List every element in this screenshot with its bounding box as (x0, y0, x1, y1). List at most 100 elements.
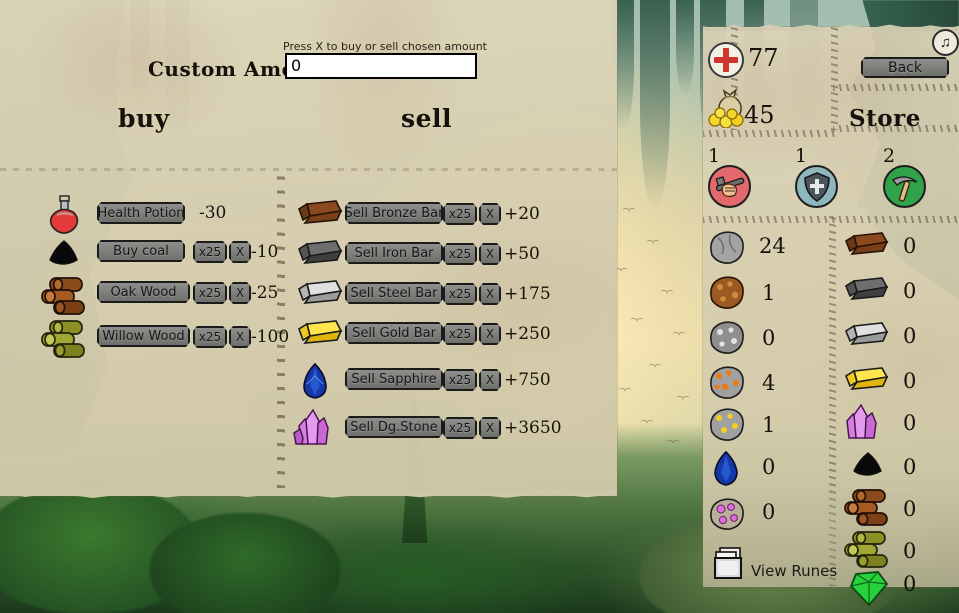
sell-item-button-steel-bar[interactable]: Sell Steel Bar (345, 282, 443, 304)
inventory-count-tin-ore: 0 (762, 326, 776, 350)
buy-price-willow-wood: -100 (251, 327, 290, 347)
panel-stitch-line (829, 216, 836, 586)
inventory-count-copper-ore: 1 (762, 281, 776, 305)
health-value: 77 (748, 44, 779, 72)
attack-fist-hammer-icon[interactable] (708, 165, 751, 208)
defence-level: 1 (795, 145, 808, 167)
press-x-hint: Press X to buy or sell chosen amount (283, 40, 487, 53)
back-button[interactable]: Back (861, 57, 949, 78)
cross-horizontal (714, 57, 738, 63)
runes-tablet-icon[interactable] (712, 546, 752, 587)
emerald-icon (846, 568, 890, 613)
confirm-button-oak-wood[interactable]: X (229, 282, 251, 304)
sapphire-ore-icon (710, 450, 742, 491)
willow-wood-icon (38, 318, 90, 365)
inventory-count-stone: 24 (759, 234, 786, 258)
buy-item-button-oak-wood[interactable]: Oak Wood (97, 281, 190, 303)
tin-ore-icon (706, 318, 748, 363)
bird (618, 388, 632, 395)
qty-button-oak-wood[interactable]: x25 (193, 282, 227, 304)
sell-item-button-sapphire[interactable]: Sell Sapphire (345, 368, 443, 390)
iron-ore-icon (706, 363, 748, 408)
buy-price-health-potion: -30 (199, 203, 227, 223)
gold-bar-icon (296, 318, 344, 351)
sell-price-bronze-bar: +20 (504, 204, 540, 224)
sell-item-button-bronze-bar[interactable]: Sell Bronze Bar (345, 202, 443, 224)
health-icon (708, 42, 744, 78)
moss-mound (150, 513, 340, 613)
stalactite (676, 0, 694, 96)
buy-item-button-coal[interactable]: Buy coal (97, 240, 185, 262)
dragon-stone-icon (292, 406, 336, 451)
qty-button-iron-bar[interactable]: x25 (443, 243, 477, 265)
inventory-count-dragon-stone: 0 (903, 411, 917, 435)
inventory-count-bronze-bar: 0 (903, 234, 917, 258)
bird (672, 332, 686, 339)
buy-column-header: buy (118, 104, 170, 133)
view-runes-label[interactable]: View Runes (751, 562, 837, 580)
confirm-button-gold-bar[interactable]: X (479, 323, 501, 345)
oak-wood-icon (38, 275, 90, 322)
defence-shield-icon[interactable] (795, 165, 838, 208)
qty-button-sapphire[interactable]: x25 (443, 369, 477, 391)
bird (630, 318, 644, 325)
music-note-icon[interactable]: ♫ (932, 29, 959, 56)
inventory-count-gold-bar: 0 (903, 369, 917, 393)
oak-wood-icon (841, 488, 893, 533)
gold-bar-icon (844, 365, 890, 397)
buy-price-coal: -10 (251, 242, 279, 262)
sapphire-icon (298, 362, 332, 405)
steel-bar-icon (296, 278, 344, 311)
panel-divider-line (0, 168, 617, 171)
sell-price-steel-bar: +175 (504, 284, 551, 304)
sell-price-gold-bar: +250 (504, 324, 551, 344)
bird (648, 364, 662, 371)
inventory-count-willow-wood: 0 (903, 539, 917, 563)
dragon-stone-ore-icon (706, 495, 748, 538)
coal-icon (44, 238, 84, 273)
qty-button-willow-wood[interactable]: x25 (193, 326, 227, 348)
buy-price-oak-wood: -25 (251, 283, 279, 303)
qty-button-coal[interactable]: x25 (193, 241, 227, 263)
confirm-button-willow-wood[interactable]: X (229, 326, 251, 348)
buy-item-button-willow-wood[interactable]: Willow Wood (97, 325, 190, 347)
confirm-button-dragon-stone[interactable]: X (479, 417, 501, 439)
qty-button-dragon-stone[interactable]: x25 (443, 417, 477, 439)
mining-pickaxe-icon[interactable] (883, 165, 926, 208)
inventory-count-emerald: 0 (903, 572, 917, 596)
sell-item-button-dragon-stone[interactable]: Sell Dg.Stone (345, 416, 443, 438)
gold-ore-icon (706, 405, 748, 450)
inventory-count-iron-bar: 0 (903, 279, 917, 303)
inventory-count-oak-wood: 0 (903, 497, 917, 521)
bronze-bar-icon (844, 230, 890, 262)
confirm-button-coal[interactable]: X (229, 241, 251, 263)
inventory-count-steel-bar: 0 (903, 324, 917, 348)
bronze-bar-icon (296, 198, 344, 231)
bird (646, 240, 660, 247)
sell-item-button-gold-bar[interactable]: Sell Gold Bar (345, 322, 443, 344)
buy-item-button-health-potion[interactable]: Health Potion (97, 202, 185, 224)
inventory-count-sapphire-ore: 0 (762, 455, 776, 479)
qty-button-gold-bar[interactable]: x25 (443, 323, 477, 345)
qty-button-bronze-bar[interactable]: x25 (443, 203, 477, 225)
inventory-count-gold-ore: 1 (762, 413, 776, 437)
inventory-count-dragon-stone-ore: 0 (762, 500, 776, 524)
iron-bar-icon (296, 238, 344, 271)
panel-stitch-line (833, 84, 959, 91)
coal-icon (848, 450, 888, 483)
confirm-button-sapphire[interactable]: X (479, 369, 501, 391)
qty-button-steel-bar[interactable]: x25 (443, 283, 477, 305)
confirm-button-bronze-bar[interactable]: X (479, 203, 501, 225)
stone-icon (706, 228, 748, 273)
custom-amount-input[interactable]: 0 (285, 53, 477, 79)
copper-ore-icon (706, 273, 748, 318)
dragon-stone-icon (840, 402, 884, 445)
health-potion-icon (44, 194, 84, 241)
store-header: Store (849, 105, 921, 132)
gold-value: 45 (744, 101, 775, 129)
confirm-button-iron-bar[interactable]: X (479, 243, 501, 265)
attack-level: 1 (708, 145, 721, 167)
confirm-button-steel-bar[interactable]: X (479, 283, 501, 305)
iron-bar-icon (844, 275, 890, 307)
sell-item-button-iron-bar[interactable]: Sell Iron Bar (345, 242, 443, 264)
